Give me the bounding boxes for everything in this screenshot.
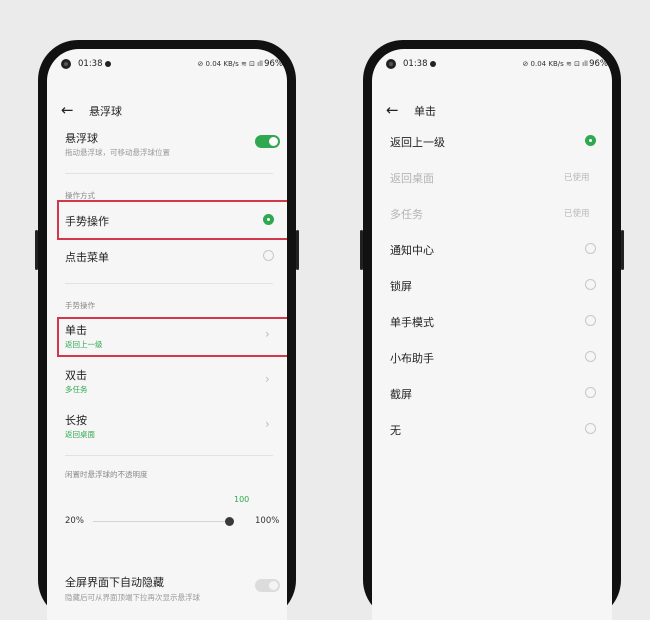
gesture-long-press-value: 返回桌面 <box>65 430 95 439</box>
option-radio[interactable] <box>585 423 596 434</box>
camera-icon <box>386 59 396 69</box>
option-one-hand[interactable]: 单手模式 <box>372 306 612 336</box>
gesture-double-tap-label: 双击 <box>65 369 87 382</box>
power-button <box>621 230 624 270</box>
option-label: 返回上一级 <box>390 136 445 149</box>
volume-button <box>360 230 363 270</box>
battery-level: 96% <box>264 59 283 69</box>
back-arrow-icon[interactable]: ← <box>386 101 399 119</box>
opacity-label: 闲置时悬浮球的不透明度 <box>65 470 148 479</box>
chevron-right-icon: › <box>265 417 270 431</box>
fullscreen-hide-desc: 隐藏后可从界面顶端下拉再次显示悬浮球 <box>65 593 200 602</box>
option-label: 多任务 <box>390 208 423 221</box>
option-radio[interactable] <box>585 135 596 146</box>
option-radio[interactable] <box>585 351 596 362</box>
option-screenshot[interactable]: 截屏 <box>372 378 612 408</box>
chevron-right-icon: › <box>265 372 270 386</box>
floating-ball-toggle[interactable] <box>255 135 280 148</box>
option-label: 无 <box>390 424 401 437</box>
option-label: 小布助手 <box>390 352 434 365</box>
highlight-box-single-tap <box>57 317 287 357</box>
floating-ball-desc: 拖动悬浮球，可移动悬浮球位置 <box>65 148 170 157</box>
option-radio[interactable] <box>585 279 596 290</box>
option-back[interactable]: 返回上一级 <box>372 126 612 156</box>
opacity-slider-knob[interactable] <box>225 517 234 526</box>
status-time: 01:38 <box>403 59 428 69</box>
fullscreen-hide-toggle[interactable] <box>255 579 280 592</box>
tap-menu-radio[interactable] <box>263 250 274 261</box>
option-label: 单手模式 <box>390 316 434 329</box>
screen-single-tap: 01:38 ⊘ 0.04 KB/s ≋ ⊡ ıll 96% ← 单击 返回上一级… <box>372 49 612 620</box>
option-assistant[interactable]: 小布助手 <box>372 342 612 372</box>
opacity-min: 20% <box>65 516 84 526</box>
option-tap-menu[interactable]: 点击菜单 <box>47 239 287 273</box>
phone-left: 01:38 ⊘ 0.04 KB/s ≋ ⊡ ıll 96% ← 悬浮球 悬浮球 … <box>35 40 299 620</box>
opacity-slider-track[interactable] <box>93 521 229 522</box>
option-notification-center[interactable]: 通知中心 <box>372 234 612 264</box>
gesture-long-press-label: 长按 <box>65 414 87 427</box>
tap-menu-label: 点击菜单 <box>65 251 109 264</box>
gesture-double-tap[interactable]: 双击 多任务 › <box>47 362 287 400</box>
volume-button <box>35 230 38 270</box>
screen-floating-ball: 01:38 ⊘ 0.04 KB/s ≋ ⊡ ıll 96% ← 悬浮球 悬浮球 … <box>47 49 287 620</box>
status-icons: ⊘ 0.04 KB/s ≋ ⊡ ıll <box>522 60 588 68</box>
camera-icon <box>61 59 71 69</box>
battery-level: 96% <box>589 59 608 69</box>
back-arrow-icon[interactable]: ← <box>61 101 74 119</box>
opacity-value: 100 <box>234 495 250 504</box>
gesture-long-press[interactable]: 长按 返回桌面 › <box>47 407 287 445</box>
floating-ball-label: 悬浮球 <box>65 132 98 145</box>
divider <box>65 455 273 456</box>
notification-dot-icon <box>105 61 111 67</box>
option-multitask: 多任务 已使用 <box>372 198 612 228</box>
status-bar: 01:38 ⊘ 0.04 KB/s ≋ ⊡ ıll 96% <box>372 58 612 72</box>
divider <box>65 173 273 174</box>
option-radio[interactable] <box>585 315 596 326</box>
option-label: 返回桌面 <box>390 172 434 185</box>
used-label: 已使用 <box>564 173 590 183</box>
option-radio[interactable] <box>585 243 596 254</box>
fullscreen-hide-label: 全屏界面下自动隐藏 <box>65 576 164 589</box>
option-label: 锁屏 <box>390 280 412 293</box>
power-button <box>296 230 299 270</box>
notification-dot-icon <box>430 61 436 67</box>
option-home: 返回桌面 已使用 <box>372 162 612 192</box>
gesture-double-tap-value: 多任务 <box>65 385 88 394</box>
page-title: 单击 <box>414 105 436 118</box>
phone-right: 01:38 ⊘ 0.04 KB/s ≋ ⊡ ıll 96% ← 单击 返回上一级… <box>360 40 624 620</box>
status-bar: 01:38 ⊘ 0.04 KB/s ≋ ⊡ ıll 96% <box>47 58 287 72</box>
status-time: 01:38 <box>78 59 103 69</box>
page-title: 悬浮球 <box>89 105 122 118</box>
divider <box>65 283 273 284</box>
option-label: 通知中心 <box>390 244 434 257</box>
option-label: 截屏 <box>390 388 412 401</box>
highlight-box-gesture <box>57 200 287 240</box>
opacity-max: 100% <box>255 516 280 526</box>
option-radio[interactable] <box>585 387 596 398</box>
option-none[interactable]: 无 <box>372 414 612 444</box>
used-label: 已使用 <box>564 209 590 219</box>
section-gestures: 手势操作 <box>65 301 95 310</box>
status-icons: ⊘ 0.04 KB/s ≋ ⊡ ıll <box>197 60 263 68</box>
option-lock-screen[interactable]: 锁屏 <box>372 270 612 300</box>
